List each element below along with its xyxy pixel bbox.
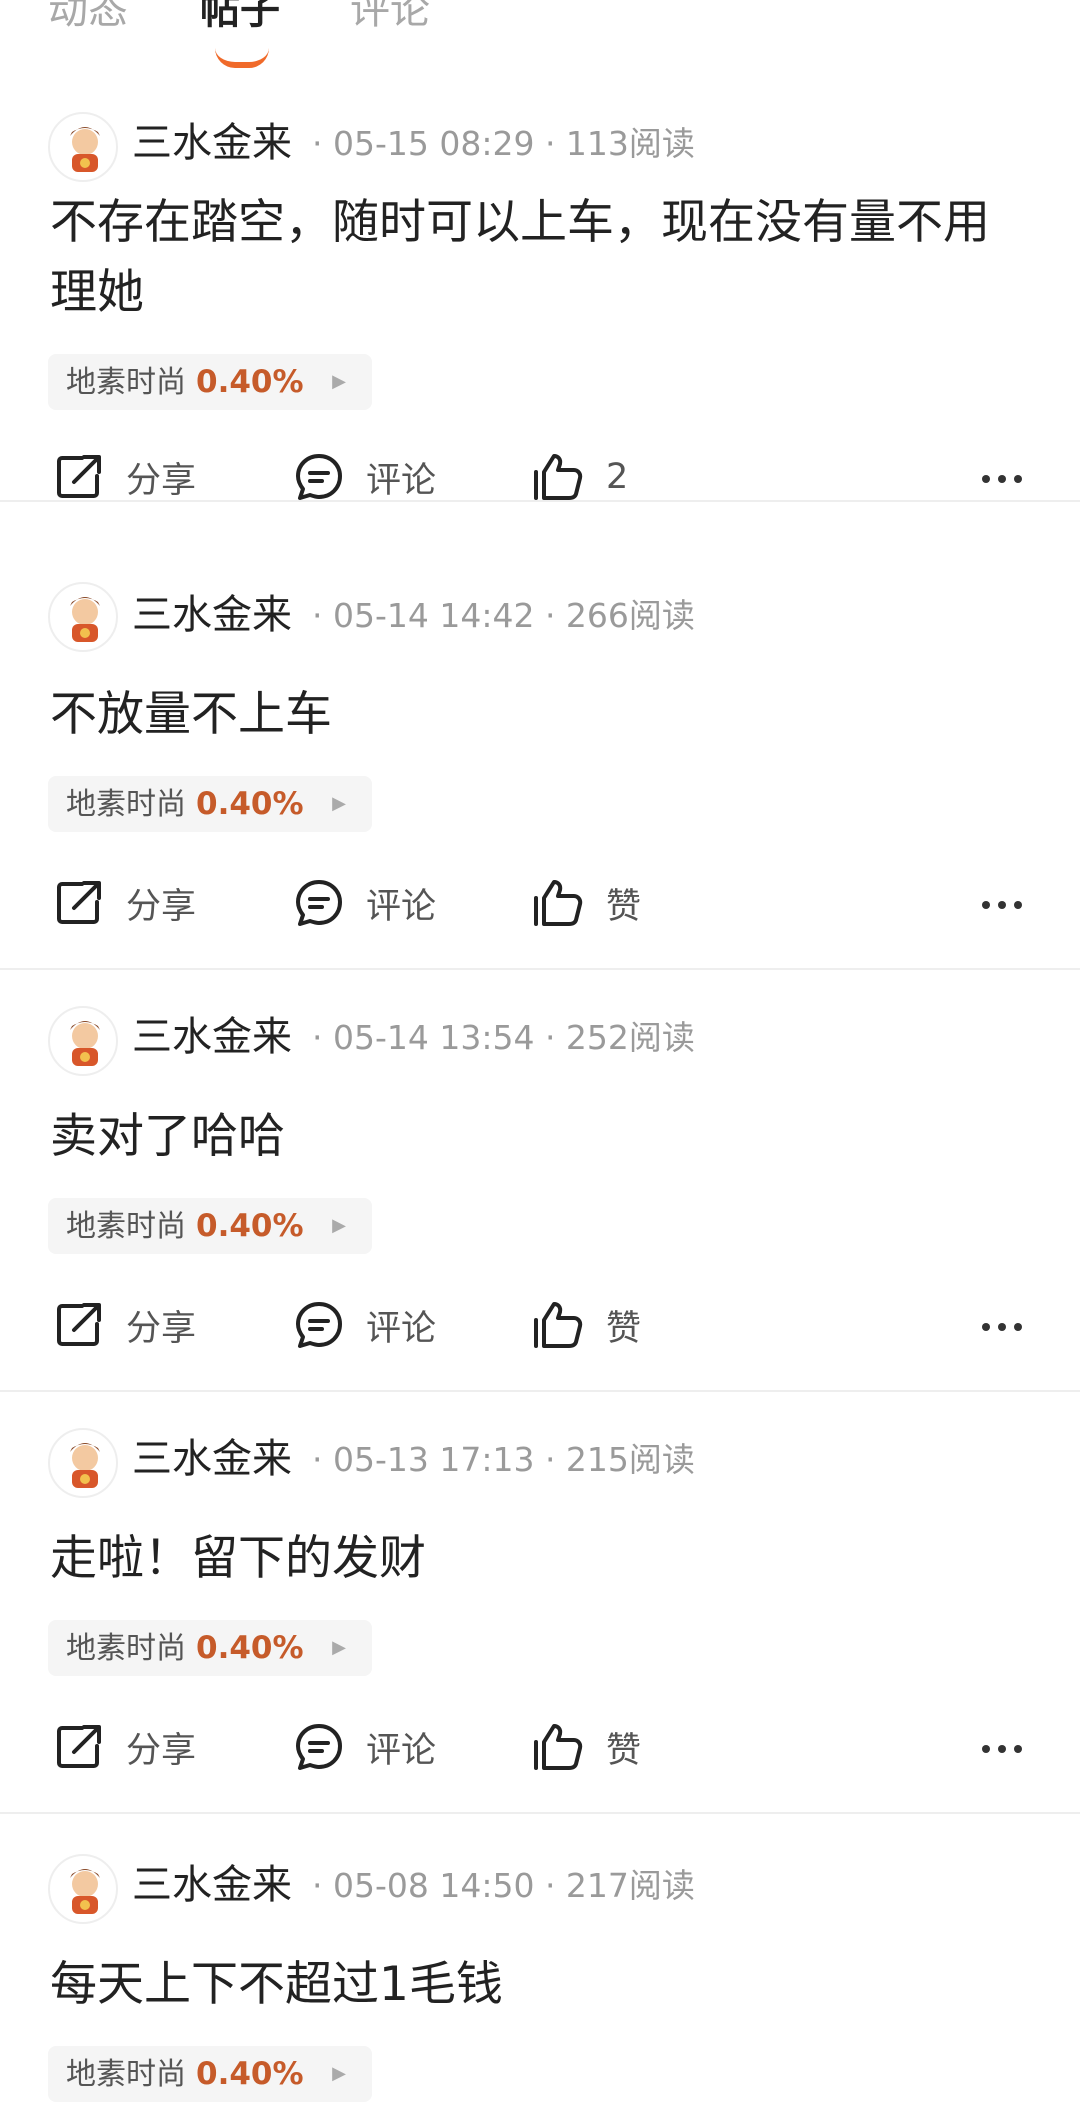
post-content[interactable]: 卖对了哈哈: [50, 1102, 1030, 1172]
post-content[interactable]: 走啦！留下的发财: [50, 1524, 1030, 1594]
comment-label: 评论: [366, 460, 437, 501]
post-actions: 分享 评论 赞: [0, 1712, 1080, 1782]
share-button[interactable]: 分享: [52, 442, 196, 512]
comment-icon: [296, 1302, 342, 1348]
post-meta: · 05-13 17:13 · 215阅读: [312, 1440, 695, 1479]
post-item[interactable]: 三水金来 · 05-14 13:54 · 252阅读 卖对了哈哈 地素时尚 0.4…: [0, 970, 1080, 1392]
comment-label: 评论: [366, 1308, 437, 1349]
tab-bar: 动态 帖子 评论: [0, 0, 1080, 80]
comment-button[interactable]: 评论: [292, 1290, 436, 1360]
share-button[interactable]: 分享: [52, 1290, 196, 1360]
stock-name: 地素时尚: [66, 787, 186, 822]
comment-button[interactable]: 评论: [292, 442, 436, 512]
post-actions: 分享 评论 赞: [0, 868, 1080, 938]
post-item[interactable]: 三水金来 · 05-14 14:42 · 266阅读 不放量不上车 地素时尚 0.…: [0, 548, 1080, 970]
like-button[interactable]: 赞: [530, 868, 641, 938]
stock-tag[interactable]: 地素时尚 0.40% ▶: [48, 354, 372, 410]
comment-label: 评论: [366, 886, 437, 927]
more-icon: [978, 1738, 1026, 1757]
share-icon: [57, 455, 101, 498]
tab-dongtai[interactable]: 动态: [48, 0, 128, 38]
post-content[interactable]: 每天上下不超过1毛钱: [50, 1950, 1030, 2020]
post-actions: 分享 评论 2: [0, 442, 1080, 512]
post-item[interactable]: 三水金来 · 05-13 17:13 · 215阅读 走啦！留下的发财 地素时尚…: [0, 1392, 1080, 1814]
stock-change: 0.40%: [196, 1208, 304, 1244]
share-icon: [57, 1303, 101, 1346]
share-button[interactable]: 分享: [52, 1712, 196, 1782]
tag-arrow-icon: ▶: [332, 2063, 346, 2084]
like-label: 赞: [606, 1730, 642, 1771]
stock-change: 0.40%: [196, 786, 304, 822]
tag-arrow-icon: ▶: [332, 1215, 346, 1236]
post-item[interactable]: 三水金来 · 05-08 14:50 · 217阅读 每天上下不超过1毛钱 地素…: [0, 1814, 1080, 2102]
stock-tag[interactable]: 地素时尚 0.40% ▶: [48, 2046, 372, 2102]
more-icon: [978, 468, 1026, 487]
stock-tag[interactable]: 地素时尚 0.40% ▶: [48, 776, 372, 832]
avatar[interactable]: [48, 112, 118, 182]
stock-change: 0.40%: [196, 1630, 304, 1666]
comment-icon: [296, 1724, 342, 1770]
stock-change: 0.40%: [196, 2056, 304, 2092]
username[interactable]: 三水金来: [132, 1860, 292, 1910]
username[interactable]: 三水金来: [132, 590, 292, 640]
avatar[interactable]: [48, 1854, 118, 1924]
stock-name: 地素时尚: [66, 1631, 186, 1666]
like-button[interactable]: 2: [530, 442, 628, 512]
comment-button[interactable]: 评论: [292, 1712, 436, 1782]
share-label: 分享: [126, 886, 197, 927]
like-button[interactable]: 赞: [530, 1290, 641, 1360]
like-icon: [534, 1302, 583, 1348]
more-button[interactable]: [978, 442, 1026, 512]
more-button[interactable]: [978, 868, 1026, 938]
tag-arrow-icon: ▶: [332, 1637, 346, 1658]
like-label: 赞: [606, 886, 642, 927]
stock-name: 地素时尚: [66, 2057, 186, 2092]
like-icon: [534, 454, 583, 500]
like-icon: [534, 880, 583, 926]
comment-icon: [296, 880, 342, 926]
share-label: 分享: [126, 460, 197, 501]
username[interactable]: 三水金来: [132, 1012, 292, 1062]
more-icon: [978, 894, 1026, 913]
active-tab-indicator: [215, 48, 269, 68]
share-label: 分享: [126, 1308, 197, 1349]
comment-button[interactable]: 评论: [292, 868, 436, 938]
more-button[interactable]: [978, 1290, 1026, 1360]
more-icon: [978, 1316, 1026, 1335]
like-label: 赞: [606, 1308, 642, 1349]
like-icon: [534, 1724, 583, 1770]
post-actions: 分享 评论 赞: [0, 1290, 1080, 1360]
tag-arrow-icon: ▶: [332, 371, 346, 392]
username[interactable]: 三水金来: [132, 118, 292, 168]
comment-icon: [296, 454, 342, 500]
post-meta: · 05-14 14:42 · 266阅读: [312, 596, 695, 635]
post-item[interactable]: 三水金来 · 05-15 08:29 · 113阅读 不存在踏空，随时可以上车，…: [0, 80, 1080, 502]
avatar[interactable]: [48, 1006, 118, 1076]
more-button[interactable]: [978, 1712, 1026, 1782]
share-icon: [57, 1725, 101, 1768]
stock-name: 地素时尚: [66, 365, 186, 400]
stock-tag[interactable]: 地素时尚 0.40% ▶: [48, 1620, 372, 1676]
tab-tiezi[interactable]: 帖子: [200, 0, 280, 38]
post-meta: · 05-14 13:54 · 252阅读: [312, 1018, 695, 1057]
like-button[interactable]: 赞: [530, 1712, 641, 1782]
like-label: 2: [606, 457, 629, 497]
post-meta: · 05-08 14:50 · 217阅读: [312, 1866, 695, 1905]
tag-arrow-icon: ▶: [332, 793, 346, 814]
stock-name: 地素时尚: [66, 1209, 186, 1244]
avatar[interactable]: [48, 1428, 118, 1498]
username[interactable]: 三水金来: [132, 1434, 292, 1484]
post-content[interactable]: 不放量不上车: [50, 680, 1030, 750]
share-icon: [57, 881, 101, 924]
share-label: 分享: [126, 1730, 197, 1771]
tab-pinglun[interactable]: 评论: [350, 0, 430, 38]
avatar[interactable]: [48, 582, 118, 652]
post-meta: · 05-15 08:29 · 113阅读: [312, 124, 695, 163]
share-button[interactable]: 分享: [52, 868, 196, 938]
post-content[interactable]: 不存在踏空，随时可以上车，现在没有量不用理她: [50, 188, 1030, 328]
stock-tag[interactable]: 地素时尚 0.40% ▶: [48, 1198, 372, 1254]
comment-label: 评论: [366, 1730, 437, 1771]
stock-change: 0.40%: [196, 364, 304, 400]
